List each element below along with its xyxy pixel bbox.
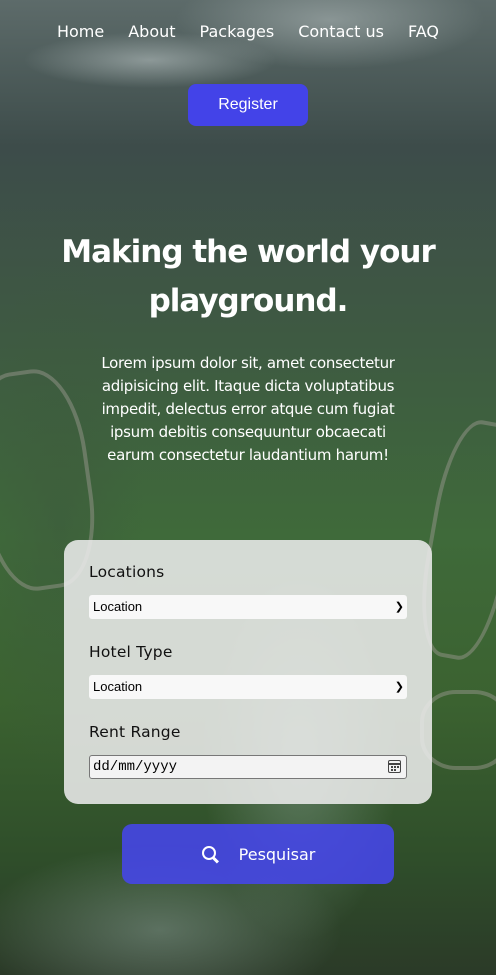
register-button[interactable]: Register [188,84,308,126]
nav-contact-us[interactable]: Contact us [286,20,396,44]
page: Home About Packages Contact us FAQ Regis… [0,0,496,975]
search-button[interactable]: Pesquisar [122,824,394,884]
locations-label: Locations [89,563,165,581]
top-nav: Home About Packages Contact us FAQ [0,20,496,44]
chevron-down-icon: ❯ [394,601,404,613]
search-form-card: Locations Location ❯ Hotel Type Location… [64,540,432,804]
search-button-label: Pesquisar [238,844,316,864]
hero-description: Lorem ipsum dolor sit, amet consectetur … [101,354,395,464]
nav-home[interactable]: Home [45,20,116,44]
date-placeholder: dd/mm/yyyy [93,759,178,775]
locations-select-value: Location [93,599,143,614]
calendar-icon[interactable] [388,760,401,773]
rent-range-label: Rent Range [89,723,181,741]
locations-select[interactable]: Location ❯ [89,595,407,619]
chevron-down-icon: ❯ [394,681,404,693]
nav-about[interactable]: About [116,20,187,44]
hotel-type-select-value: Location [93,679,143,694]
search-icon [201,845,219,863]
nav-packages[interactable]: Packages [188,20,287,44]
hotel-type-select[interactable]: Location ❯ [89,675,407,699]
hotel-type-label: Hotel Type [89,643,173,661]
nav-faq[interactable]: FAQ [396,20,451,44]
rent-range-date-input[interactable]: dd/mm/yyyy [89,755,407,779]
hero-title: Making the world your playground. [61,234,435,319]
